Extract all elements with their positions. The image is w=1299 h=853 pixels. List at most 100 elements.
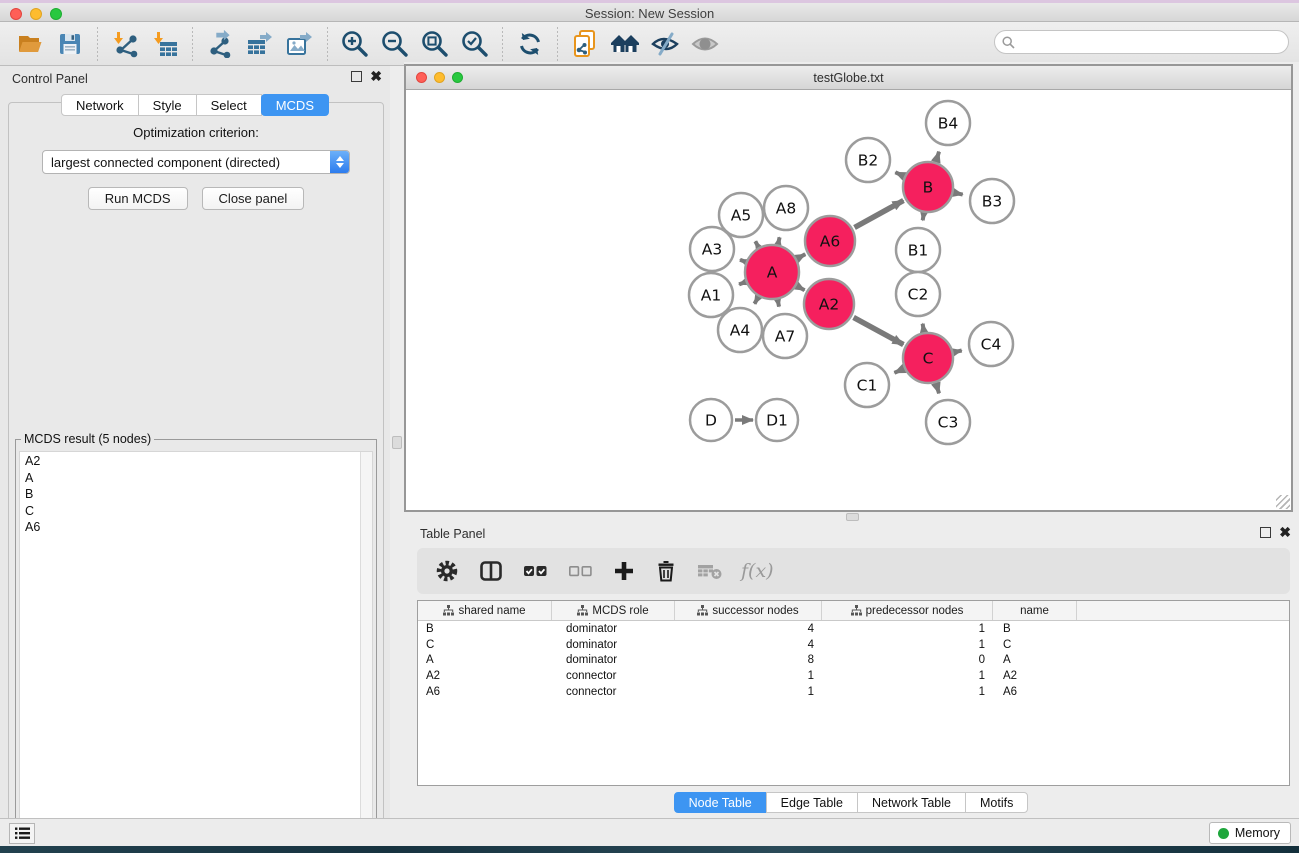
- table-cell[interactable]: 1: [822, 639, 993, 651]
- network-window-titlebar[interactable]: testGlobe.txt: [406, 66, 1291, 90]
- export-network-icon[interactable]: [203, 27, 237, 61]
- tab-style[interactable]: Style: [138, 94, 197, 116]
- table-cell[interactable]: dominator: [552, 623, 675, 635]
- export-image-icon[interactable]: [283, 27, 317, 61]
- table-cell[interactable]: 4: [675, 623, 822, 635]
- graph-edge[interactable]: [923, 215, 924, 221]
- graph-edge[interactable]: [739, 283, 744, 285]
- table-cell[interactable]: A2: [418, 670, 552, 682]
- float-panel-icon[interactable]: [351, 71, 362, 82]
- table-row[interactable]: Cdominator41C: [418, 637, 1289, 653]
- import-network-icon[interactable]: [108, 27, 142, 61]
- unselect-all-icon[interactable]: [558, 554, 603, 588]
- zoom-selected-icon[interactable]: [458, 27, 492, 61]
- graph-edge[interactable]: [755, 241, 757, 245]
- table-cell[interactable]: A6: [993, 686, 1077, 698]
- graph-edge[interactable]: [854, 317, 904, 344]
- table-cell[interactable]: dominator: [552, 639, 675, 651]
- import-table-icon[interactable]: [148, 27, 182, 61]
- table-cell[interactable]: C: [418, 639, 552, 651]
- list-item[interactable]: A: [20, 470, 359, 487]
- table-cell[interactable]: connector: [552, 686, 675, 698]
- graph-edge[interactable]: [740, 260, 744, 262]
- column-header-name[interactable]: name: [993, 601, 1077, 620]
- table-cell[interactable]: 1: [822, 623, 993, 635]
- table-cell[interactable]: A: [418, 654, 552, 666]
- memory-button[interactable]: Memory: [1209, 822, 1291, 844]
- tab-motifs[interactable]: Motifs: [965, 792, 1028, 813]
- add-row-icon[interactable]: [603, 554, 645, 588]
- graph-edge[interactable]: [936, 152, 939, 161]
- graph-edge[interactable]: [754, 298, 757, 303]
- table-cell[interactable]: A: [993, 654, 1077, 666]
- zoom-in-icon[interactable]: [338, 27, 372, 61]
- table-cell[interactable]: A6: [418, 686, 552, 698]
- graph-edge[interactable]: [955, 351, 961, 352]
- table-cell[interactable]: A2: [993, 670, 1077, 682]
- search-input[interactable]: [1019, 35, 1288, 49]
- task-history-button[interactable]: [9, 823, 35, 844]
- table-cell[interactable]: B: [418, 623, 552, 635]
- gear-icon[interactable]: [425, 554, 469, 588]
- show-graphics-icon[interactable]: [688, 27, 722, 61]
- column-header-successor-nodes[interactable]: successor nodes: [675, 601, 822, 620]
- table-cell[interactable]: 1: [675, 686, 822, 698]
- horizontal-splitter[interactable]: [404, 512, 1299, 522]
- graph-edge[interactable]: [895, 172, 902, 175]
- column-header-predecessor-nodes[interactable]: predecessor nodes: [822, 601, 993, 620]
- table-cell[interactable]: 0: [822, 654, 993, 666]
- list-item[interactable]: B: [20, 486, 359, 503]
- tab-mcds[interactable]: MCDS: [261, 94, 329, 116]
- network-canvas[interactable]: B4B2BB3A5A8A6A3AB1A1A2C2A4A7CC4C1C3DD1: [406, 90, 1291, 510]
- save-session-icon[interactable]: [53, 27, 87, 61]
- graph-edge[interactable]: [778, 301, 779, 306]
- search-field[interactable]: [994, 30, 1289, 54]
- graph-edge[interactable]: [955, 193, 962, 195]
- column-selector-icon[interactable]: [469, 554, 513, 588]
- table-cell[interactable]: 1: [822, 686, 993, 698]
- show-hide-panel-icon[interactable]: [648, 27, 682, 61]
- table-cell[interactable]: connector: [552, 670, 675, 682]
- optimization-criterion-select[interactable]: largest connected component (directed): [42, 150, 350, 174]
- table-cell[interactable]: C: [993, 639, 1077, 651]
- close-panel-button[interactable]: Close panel: [202, 187, 305, 210]
- column-header-mcds-role[interactable]: MCDS role: [552, 601, 675, 620]
- export-table-icon[interactable]: [243, 27, 277, 61]
- splitter-handle[interactable]: [392, 436, 402, 449]
- open-file-icon[interactable]: [13, 27, 47, 61]
- zoom-out-icon[interactable]: [378, 27, 412, 61]
- float-panel-icon[interactable]: [1260, 527, 1271, 538]
- tab-node-table[interactable]: Node Table: [674, 792, 767, 813]
- table-row[interactable]: A2connector11A2: [418, 668, 1289, 684]
- delete-row-icon[interactable]: [645, 554, 687, 588]
- close-panel-icon[interactable]: ✖: [370, 71, 382, 82]
- table-cell[interactable]: 8: [675, 654, 822, 666]
- column-header-shared-name[interactable]: shared name: [418, 601, 552, 620]
- list-item[interactable]: C: [20, 503, 359, 520]
- tab-network-table[interactable]: Network Table: [857, 792, 966, 813]
- graph-edge[interactable]: [936, 385, 939, 394]
- table-cell[interactable]: 1: [675, 670, 822, 682]
- graph-edge[interactable]: [798, 287, 804, 291]
- tab-select[interactable]: Select: [196, 94, 262, 116]
- graph-edge[interactable]: [798, 254, 805, 258]
- splitter-handle[interactable]: [846, 513, 859, 521]
- table-row[interactable]: Adominator80A: [418, 653, 1289, 669]
- table-row[interactable]: A6connector11A6: [418, 684, 1289, 700]
- mcds-scrollbar[interactable]: [360, 452, 372, 821]
- graph-edge[interactable]: [894, 369, 902, 373]
- table-cell[interactable]: 1: [822, 670, 993, 682]
- select-all-icon[interactable]: [513, 554, 558, 588]
- zoom-fit-icon[interactable]: [418, 27, 452, 61]
- table-cell[interactable]: 4: [675, 639, 822, 651]
- table-row[interactable]: Bdominator41B: [418, 621, 1289, 637]
- refresh-icon[interactable]: [513, 27, 547, 61]
- table-cell[interactable]: dominator: [552, 654, 675, 666]
- first-neighbors-icon[interactable]: [568, 27, 602, 61]
- resize-grip-icon[interactable]: [1276, 495, 1290, 509]
- run-mcds-button[interactable]: Run MCDS: [88, 187, 188, 210]
- table-cell[interactable]: B: [993, 623, 1077, 635]
- graph-edge[interactable]: [855, 201, 904, 228]
- graph-edge[interactable]: [778, 237, 779, 242]
- list-item[interactable]: A6: [20, 519, 359, 536]
